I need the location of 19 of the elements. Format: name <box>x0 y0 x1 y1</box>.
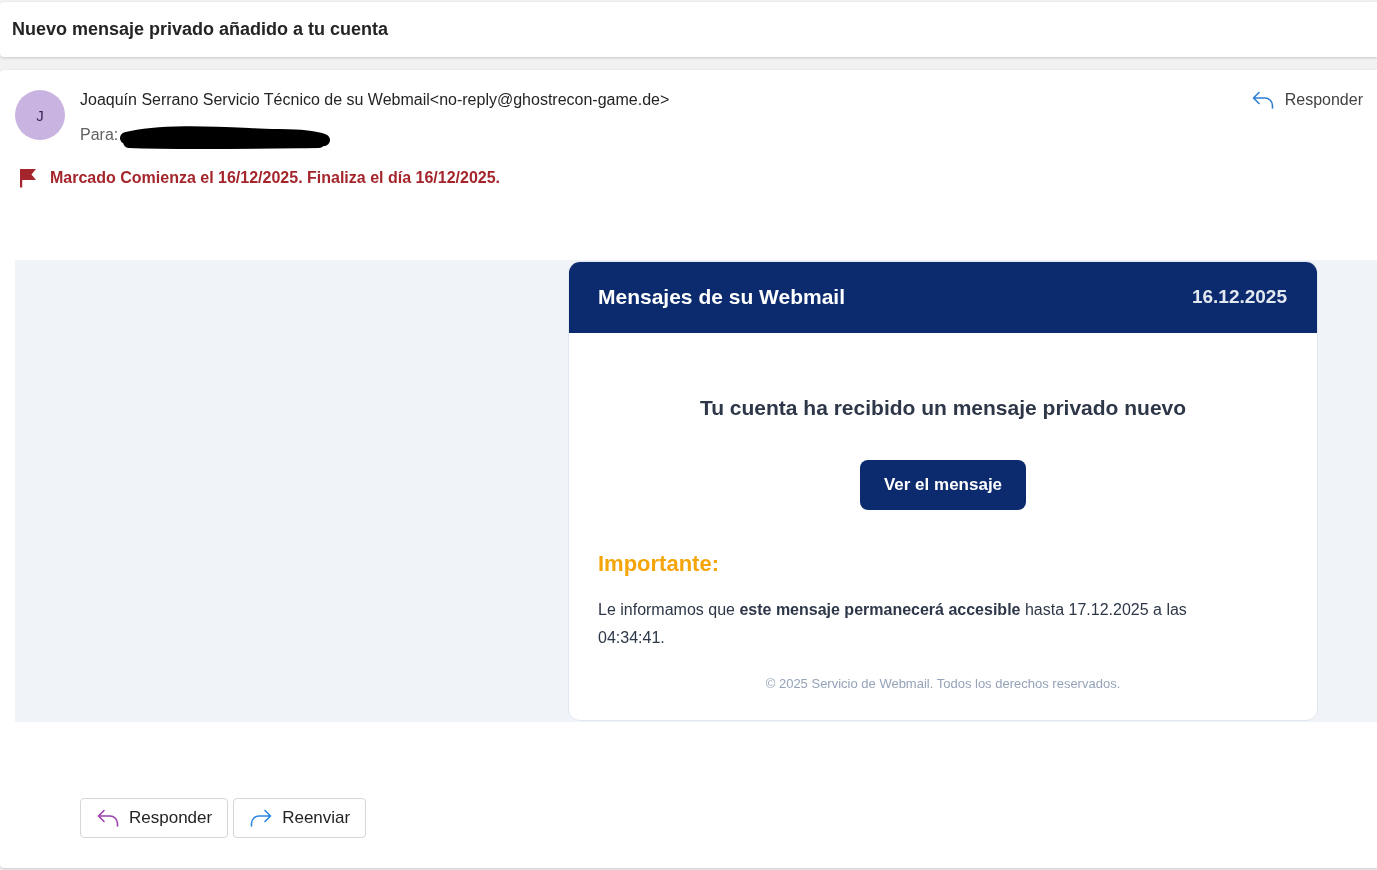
reply-arrow-icon <box>1251 91 1274 109</box>
reply-arrow-icon <box>97 809 119 827</box>
view-message-button[interactable]: Ver el mensaje <box>859 460 1027 510</box>
banner-date: 16.12.2025 <box>1191 286 1287 308</box>
reply-button[interactable]: Responder <box>80 798 229 838</box>
sender-avatar: J <box>15 90 65 140</box>
forward-arrow-icon <box>250 809 273 827</box>
forward-button[interactable]: Reenviar <box>233 798 367 838</box>
copyright-footer: © 2025 Servicio de Webmail. Todos los derechos reservados. <box>765 674 1121 694</box>
recipient-label: Para: <box>80 125 119 145</box>
banner-title: Mensajes de su Webmail <box>598 285 846 309</box>
reply-button[interactable]: Responder <box>1251 90 1363 110</box>
flag-status-text: Marcado Comienza el 16/12/2025. Finaliza el día 16/12/2025. <box>50 169 500 187</box>
email-headline: Tu cuenta ha recibido un mensaje privado nuevo <box>699 395 1187 421</box>
notice-title: Importante: <box>598 550 719 578</box>
subject-title: Nuevo mensaje privado añadido a tu cuenta <box>12 19 389 40</box>
flag-icon <box>18 168 38 188</box>
sender-name: Joaquín Serrano Servicio Técnico de su Webmail<no-reply@ghostrecon-game.de> <box>80 90 671 110</box>
notice-paragraph: Le informamos que este mensaje permanecerá accesible hasta 17.12.2025 a las 04:34:41. <box>598 600 1188 648</box>
